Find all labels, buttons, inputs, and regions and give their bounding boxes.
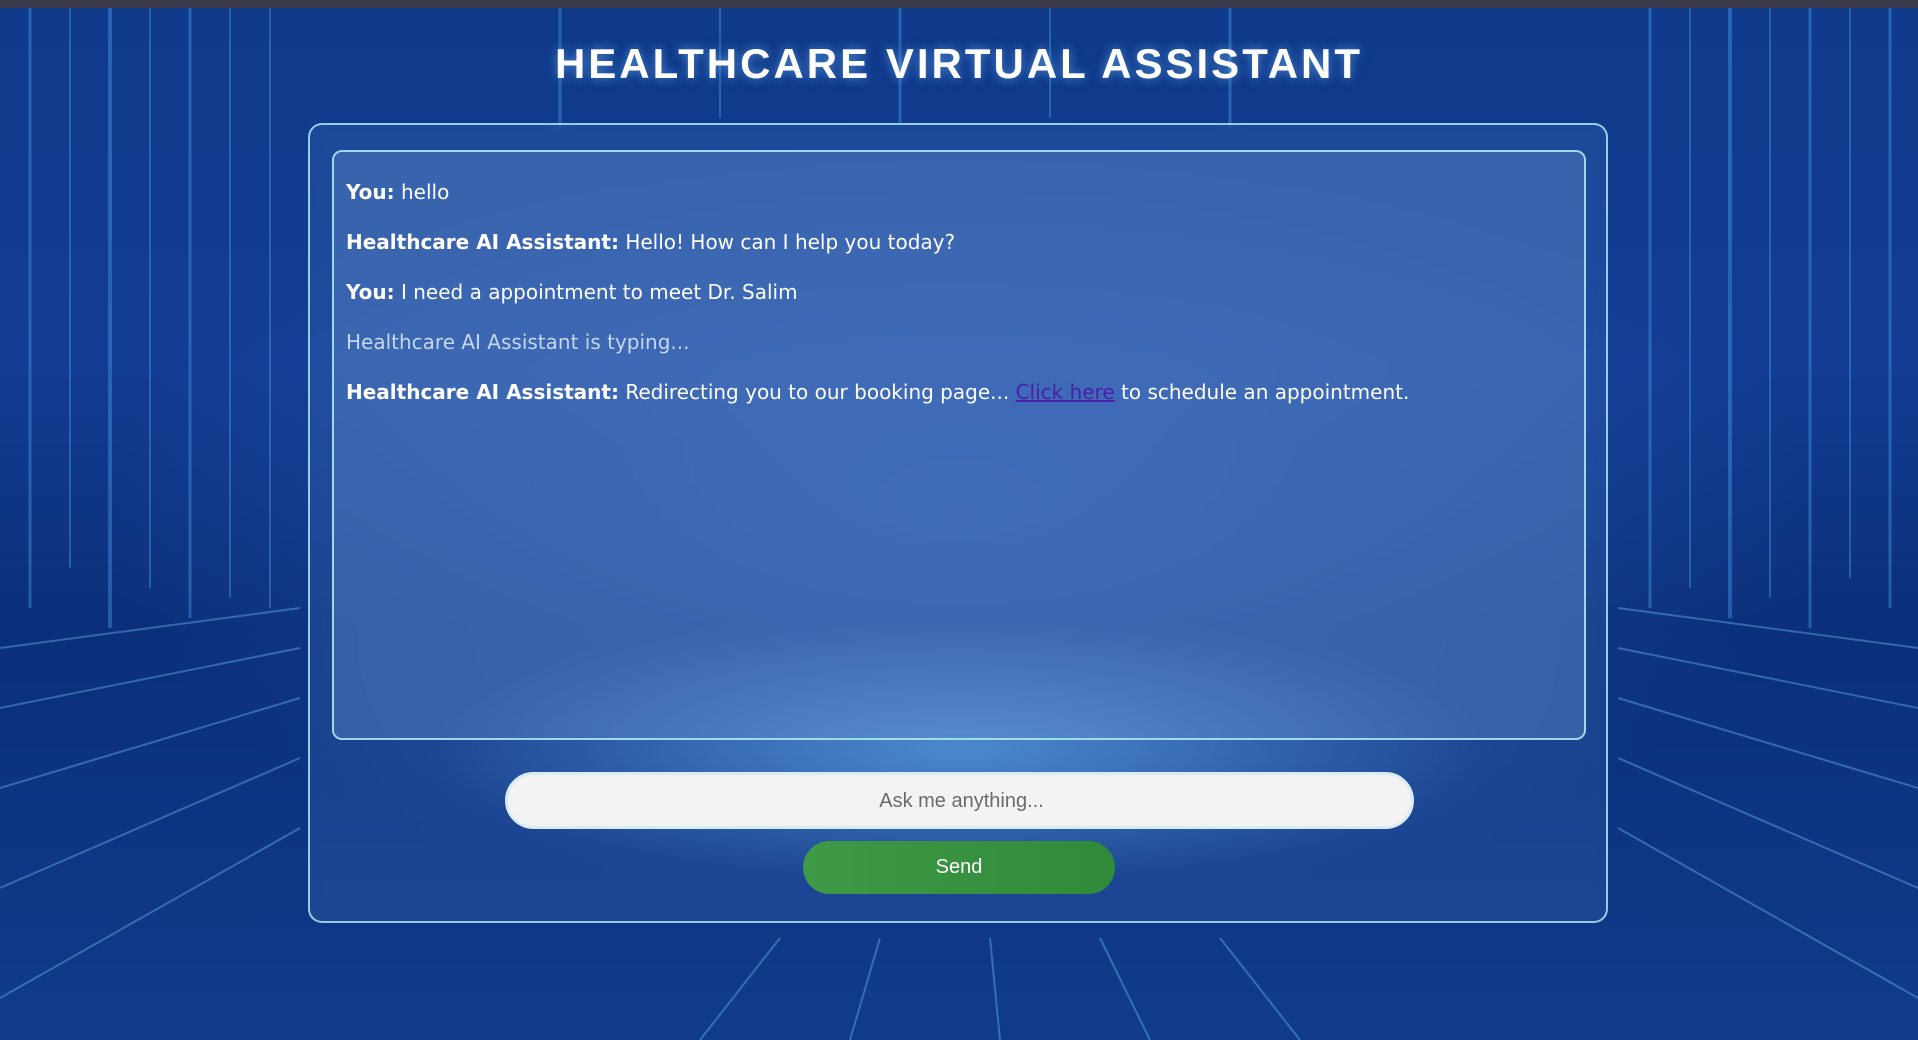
- sender-label: You:: [346, 280, 395, 304]
- message-text: Redirecting you to our booking page...: [618, 380, 1016, 404]
- message-input[interactable]: [508, 775, 1415, 828]
- sender-label: Healthcare AI Assistant:: [346, 230, 619, 254]
- chat-message-user: You: hello: [346, 180, 1572, 204]
- page-title: HEALTHCARE VIRTUAL ASSISTANT: [554, 40, 1364, 87]
- chat-message-assistant: Healthcare AI Assistant: Redirecting you…: [346, 380, 1572, 404]
- message-input-wrapper: [505, 772, 1415, 829]
- sender-label: Healthcare AI Assistant:: [346, 380, 619, 404]
- sender-label: You:: [346, 180, 395, 204]
- message-text: Hello! How can I help you today?: [618, 230, 956, 254]
- message-text: I need a appointment to meet Dr. Salim: [394, 280, 798, 304]
- booking-link[interactable]: Click here: [1016, 380, 1115, 404]
- typing-indicator: Healthcare AI Assistant is typing...: [346, 330, 690, 354]
- message-text: to schedule an appointment.: [1114, 380, 1410, 404]
- send-button[interactable]: Send: [803, 841, 1115, 894]
- chat-message-user: You: I need a appointment to meet Dr. Sa…: [346, 280, 1572, 304]
- chat-log: You: hello Healthcare AI Assistant: Hell…: [332, 150, 1586, 740]
- browser-top-strip: [0, 0, 1918, 8]
- chat-message-assistant: Healthcare AI Assistant: Hello! How can …: [346, 230, 1572, 254]
- message-text: hello: [394, 180, 450, 204]
